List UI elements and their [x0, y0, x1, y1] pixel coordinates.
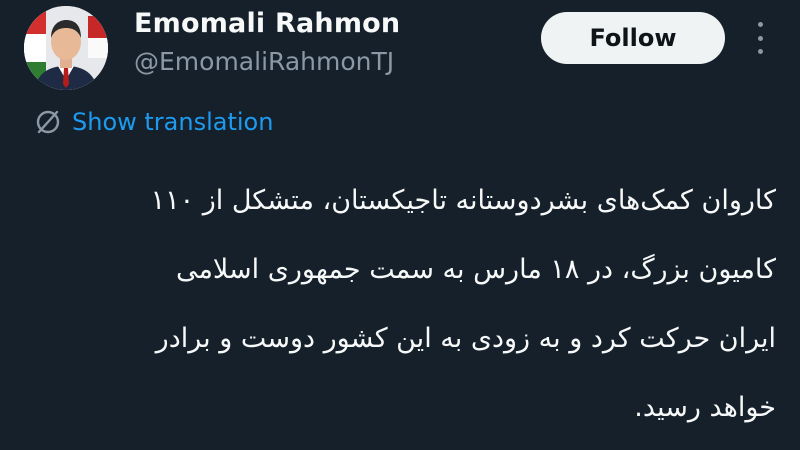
more-options-icon[interactable]: [755, 22, 765, 54]
author-display-name[interactable]: Emomali Rahmon: [134, 8, 400, 39]
show-translation-label: Show translation: [72, 108, 274, 136]
more-dot: [757, 49, 763, 54]
author-handle[interactable]: @EmomaliRahmonTJ: [134, 47, 394, 76]
tweet-card: Emomali Rahmon @EmomaliRahmonTJ Follow S…: [0, 0, 800, 450]
more-dot: [757, 22, 763, 27]
avatar[interactable]: [24, 6, 108, 90]
tweet-text-line: کامیون بزرگ، در ۱۸ مارس به سمت جمهوری اس…: [175, 254, 776, 285]
tweet-text-line: خواهد رسید.: [634, 392, 776, 423]
translate-icon: [36, 110, 60, 134]
show-translation-link[interactable]: Show translation: [34, 108, 273, 136]
profile-photo-icon: [24, 6, 108, 90]
tweet-text-line: کاروان کمک‌های بشردوستانه تاجیکستان، متش…: [150, 185, 776, 216]
tweet-text-line: ایران حرکت کرد و به زودی به این کشور دوس…: [155, 323, 776, 354]
more-dot: [757, 35, 763, 41]
follow-button[interactable]: Follow: [541, 12, 725, 64]
tweet-text: کاروان کمک‌های بشردوستانه تاجیکستان، متش…: [16, 166, 776, 442]
